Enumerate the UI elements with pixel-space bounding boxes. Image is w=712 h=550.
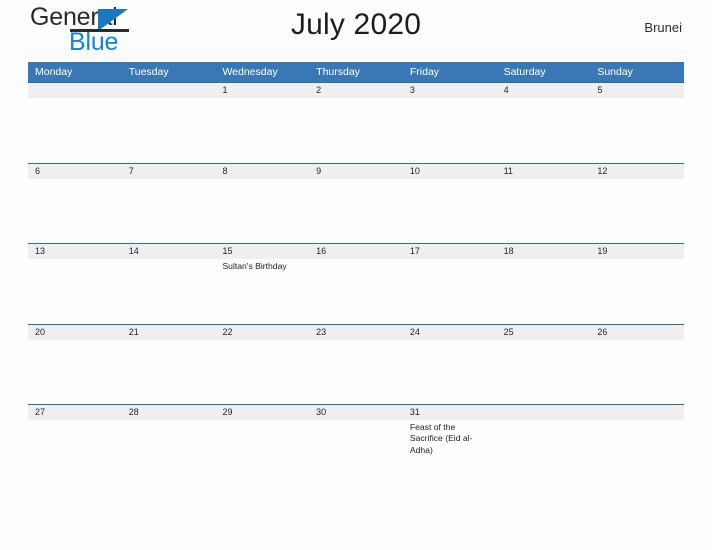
day-cell[interactable] <box>309 98 403 162</box>
day-number[interactable]: 5 <box>590 83 684 98</box>
day-number[interactable]: 15 <box>215 244 309 259</box>
day-cell[interactable] <box>28 340 122 404</box>
day-cell[interactable] <box>309 259 403 323</box>
day-number[interactable]: 27 <box>28 405 122 420</box>
day-cell[interactable] <box>28 420 122 484</box>
day-number[interactable]: 1 <box>215 83 309 98</box>
day-cell[interactable]: Sultan's Birthday <box>215 259 309 323</box>
day-number[interactable]: 28 <box>122 405 216 420</box>
day-cell[interactable]: Feast of the Sacrifice (Eid al-Adha) <box>403 420 497 484</box>
day-cell[interactable] <box>403 179 497 243</box>
weekday-sunday: Sunday <box>597 66 633 78</box>
week-daynumber-band: 13 14 15 16 17 18 19 <box>28 244 684 259</box>
day-number[interactable] <box>28 83 122 98</box>
day-number[interactable]: 16 <box>309 244 403 259</box>
day-number[interactable]: 26 <box>590 325 684 340</box>
event-text: Sultan's Birthday <box>222 261 287 271</box>
weekday-wednesday: Wednesday <box>222 66 278 78</box>
day-cell[interactable] <box>403 340 497 404</box>
day-cell[interactable] <box>122 98 216 162</box>
day-cell[interactable] <box>497 259 591 323</box>
day-number[interactable]: 21 <box>122 325 216 340</box>
day-cell[interactable] <box>28 259 122 323</box>
day-number[interactable]: 10 <box>403 164 497 179</box>
day-cell[interactable] <box>590 420 684 484</box>
week-event-band <box>28 339 684 404</box>
day-cell[interactable] <box>122 259 216 323</box>
day-cell[interactable] <box>403 98 497 162</box>
week-event-band <box>28 178 684 243</box>
week-row: 20 21 22 23 24 25 26 <box>28 323 684 405</box>
week-event-band: Sultan's Birthday <box>28 259 684 323</box>
day-cell[interactable] <box>309 179 403 243</box>
day-cell[interactable] <box>122 340 216 404</box>
weekday-saturday: Saturday <box>503 66 546 78</box>
day-cell[interactable] <box>590 340 684 404</box>
day-number[interactable]: 23 <box>309 325 403 340</box>
day-number[interactable]: 31 <box>403 405 497 420</box>
week-daynumber-band: 27 28 29 30 31 <box>28 405 684 420</box>
day-cell[interactable] <box>309 340 403 404</box>
day-cell[interactable] <box>215 98 309 162</box>
day-number[interactable]: 22 <box>215 325 309 340</box>
day-number[interactable]: 8 <box>215 164 309 179</box>
day-cell[interactable] <box>590 98 684 162</box>
day-cell[interactable] <box>590 259 684 323</box>
week-event-band <box>28 98 684 162</box>
day-number[interactable]: 11 <box>497 164 591 179</box>
page-header: General Blue July 2020 Brunei <box>28 0 684 62</box>
week-daynumber-band: 20 21 22 23 24 25 26 <box>28 324 684 340</box>
weekday-header-row: Monday Tuesday Wednesday Thursday Friday… <box>28 62 684 82</box>
day-number[interactable]: 24 <box>403 325 497 340</box>
week-event-band: Feast of the Sacrifice (Eid al-Adha) <box>28 420 684 484</box>
day-number[interactable]: 20 <box>28 325 122 340</box>
day-number[interactable]: 14 <box>122 244 216 259</box>
day-number[interactable]: 13 <box>28 244 122 259</box>
region-label: Brunei <box>644 20 682 35</box>
day-cell[interactable] <box>497 340 591 404</box>
day-cell[interactable] <box>215 340 309 404</box>
week-daynumber-band: 1 2 3 4 5 <box>28 83 684 98</box>
day-cell[interactable] <box>497 179 591 243</box>
page-title: July 2020 <box>290 8 422 41</box>
day-cell[interactable] <box>122 420 216 484</box>
day-cell[interactable] <box>497 420 591 484</box>
day-number[interactable]: 30 <box>309 405 403 420</box>
day-cell[interactable] <box>28 98 122 162</box>
day-number[interactable]: 29 <box>215 405 309 420</box>
day-number[interactable] <box>497 405 591 420</box>
day-number[interactable] <box>590 405 684 420</box>
day-cell[interactable] <box>590 179 684 243</box>
day-cell[interactable] <box>28 179 122 243</box>
day-number[interactable]: 3 <box>403 83 497 98</box>
day-cell[interactable] <box>215 179 309 243</box>
day-cell[interactable] <box>497 98 591 162</box>
day-cell[interactable] <box>122 179 216 243</box>
day-number[interactable]: 17 <box>403 244 497 259</box>
weekday-tuesday: Tuesday <box>128 66 169 78</box>
day-number[interactable]: 19 <box>590 244 684 259</box>
week-row: 6 7 8 9 10 11 12 <box>28 162 684 244</box>
day-number[interactable]: 4 <box>497 83 591 98</box>
week-row: 13 14 15 16 17 18 19 Sultan's Birthday <box>28 243 684 324</box>
day-number[interactable]: 12 <box>590 164 684 179</box>
day-cell[interactable] <box>215 420 309 484</box>
day-number[interactable]: 25 <box>497 325 591 340</box>
weekday-thursday: Thursday <box>316 66 360 78</box>
week-daynumber-band: 6 7 8 9 10 11 12 <box>28 163 684 179</box>
weekday-monday: Monday <box>35 66 73 78</box>
day-number[interactable]: 2 <box>309 83 403 98</box>
day-cell[interactable] <box>309 420 403 484</box>
day-number[interactable]: 6 <box>28 164 122 179</box>
day-cell[interactable] <box>403 259 497 323</box>
calendar-grid: Monday Tuesday Wednesday Thursday Friday… <box>28 62 684 485</box>
day-number[interactable]: 18 <box>497 244 591 259</box>
week-row: 27 28 29 30 31 Feast of the Sacrifice (E… <box>28 404 684 485</box>
day-number[interactable]: 7 <box>122 164 216 179</box>
day-number[interactable] <box>122 83 216 98</box>
day-number[interactable]: 9 <box>309 164 403 179</box>
weekday-friday: Friday <box>409 66 440 78</box>
event-text: Feast of the Sacrifice (Eid al-Adha) <box>409 422 473 455</box>
week-row: 1 2 3 4 5 <box>28 82 684 163</box>
